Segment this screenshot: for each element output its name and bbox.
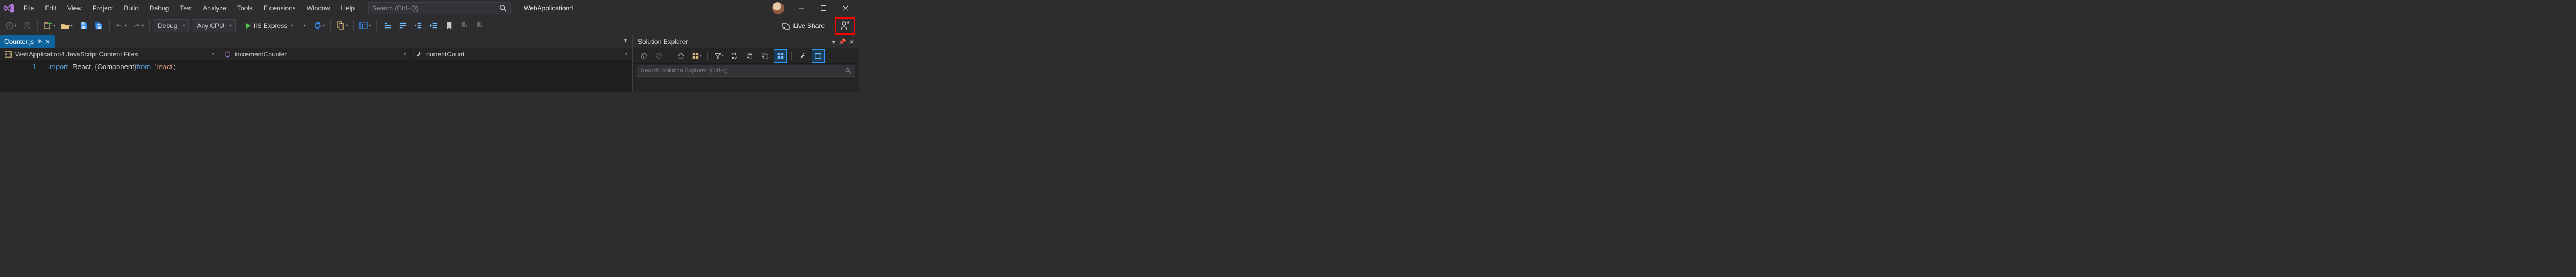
run-target-label: IIS Express xyxy=(252,22,289,30)
menu-project[interactable]: Project xyxy=(88,2,118,14)
menu-edit[interactable]: Edit xyxy=(40,2,61,14)
panel-title: Solution Explorer xyxy=(638,38,688,46)
save-button[interactable] xyxy=(76,18,90,33)
nav-member-combo[interactable]: incrementCounter ▾ xyxy=(219,48,411,60)
menu-extensions[interactable]: Extensions xyxy=(259,2,301,14)
redo-button[interactable]: ▾ xyxy=(130,18,146,33)
minimize-button[interactable] xyxy=(791,1,813,16)
search-icon xyxy=(499,4,507,12)
code-navigation-bar: WebApplication4 JavaScript Content Files… xyxy=(0,48,632,60)
window-layout-button[interactable]: ▾ xyxy=(357,18,373,33)
search-placeholder: Search (Ctrl+Q) xyxy=(372,4,418,12)
tab-overflow-button[interactable]: ▾ xyxy=(624,38,627,44)
solution-explorer-search[interactable]: Search Solution Explorer (Ctrl+;) xyxy=(637,65,855,77)
nav-scope-combo[interactable]: WebApplication4 JavaScript Content Files… xyxy=(0,48,219,60)
menu-file[interactable]: File xyxy=(19,2,39,14)
forward-button[interactable] xyxy=(652,49,665,63)
combo-value: Debug xyxy=(158,22,177,30)
menu-tools[interactable]: Tools xyxy=(232,2,258,14)
menu-view[interactable]: View xyxy=(62,2,87,14)
next-bookmark-button[interactable] xyxy=(472,18,487,33)
prev-bookmark-button[interactable] xyxy=(457,18,471,33)
menu-window[interactable]: Window xyxy=(302,2,335,14)
menu-test[interactable]: Test xyxy=(175,2,197,14)
nav-field-label: currentCount xyxy=(426,50,464,58)
nav-scope-label: WebApplication4 JavaScript Content Files xyxy=(15,50,138,58)
solution-explorer-titlebar[interactable]: Solution Explorer ▾ 📌 ✕ xyxy=(633,35,859,48)
person-arrow-icon xyxy=(840,21,850,31)
browser-refresh-button[interactable]: ▾ xyxy=(311,18,327,33)
home-button[interactable] xyxy=(675,49,688,63)
refresh-button[interactable] xyxy=(743,49,756,63)
start-debugging-button[interactable]: IIS Express ▾ xyxy=(243,18,295,33)
live-share-icon xyxy=(781,21,790,30)
find-in-files-button[interactable]: ▾ xyxy=(334,18,350,33)
solution-explorer-toolbar: ▾ ▾ xyxy=(633,48,859,64)
nav-back-button[interactable]: ▾ xyxy=(3,18,19,33)
comment-out-button[interactable] xyxy=(380,18,395,33)
quick-launch-search[interactable]: Search (Ctrl+Q) xyxy=(368,2,511,14)
close-icon[interactable]: ✕ xyxy=(45,38,50,46)
pin-icon[interactable]: ⊕ xyxy=(37,39,42,45)
window-controls xyxy=(791,1,856,16)
switch-views-button[interactable]: ▾ xyxy=(690,49,703,63)
sync-active-document-button[interactable] xyxy=(728,49,741,63)
menu-analyze[interactable]: Analyze xyxy=(198,2,231,14)
menu-build[interactable]: Build xyxy=(119,2,144,14)
uncomment-button[interactable] xyxy=(396,18,410,33)
close-icon[interactable]: ✕ xyxy=(849,38,854,46)
line-number: 1 xyxy=(0,63,48,71)
feedback-button-highlighted[interactable] xyxy=(835,17,855,35)
menu-bar: File Edit View Project Build Debug Test … xyxy=(0,0,859,16)
user-avatar[interactable] xyxy=(772,2,784,14)
tab-label: Counter.js xyxy=(4,38,34,46)
bookmark-button[interactable] xyxy=(442,18,456,33)
back-button[interactable] xyxy=(637,49,650,63)
menu-help[interactable]: Help xyxy=(336,2,359,14)
combo-value: Any CPU xyxy=(197,22,224,30)
search-icon xyxy=(845,67,852,74)
nav-member-label: incrementCounter xyxy=(235,50,287,58)
pending-changes-filter-button[interactable]: ▾ xyxy=(712,49,726,63)
increase-indent-button[interactable] xyxy=(426,18,441,33)
open-file-button[interactable]: ▾ xyxy=(59,18,75,33)
solution-explorer-panel: Solution Explorer ▾ 📌 ✕ ▾ ▾ Search Solut… xyxy=(633,35,859,92)
collapse-all-button[interactable] xyxy=(758,49,772,63)
solution-configuration-combo[interactable]: Debug▾ xyxy=(153,19,189,32)
play-icon xyxy=(245,22,252,29)
menu-debug[interactable]: Debug xyxy=(145,2,174,14)
nav-forward-button[interactable] xyxy=(20,18,34,33)
live-share-button[interactable]: Live Share xyxy=(776,21,830,30)
properties-button[interactable] xyxy=(796,49,809,63)
maximize-button[interactable] xyxy=(813,1,835,16)
save-all-button[interactable] xyxy=(92,18,106,33)
close-button[interactable] xyxy=(835,1,856,16)
search-placeholder: Search Solution Explorer (Ctrl+;) xyxy=(641,67,728,74)
window-position-button[interactable]: ▾ xyxy=(832,38,836,46)
undo-button[interactable]: ▾ xyxy=(113,18,129,33)
live-share-label: Live Share xyxy=(793,22,825,30)
start-debugging-dropdown[interactable]: ▾ xyxy=(296,18,310,33)
show-all-files-button[interactable] xyxy=(774,49,787,63)
auto-hide-pin-icon[interactable]: 📌 xyxy=(838,38,846,46)
menu-items: File Edit View Project Build Debug Test … xyxy=(19,2,359,14)
method-icon xyxy=(224,50,231,58)
new-project-button[interactable]: ▾ xyxy=(41,18,58,33)
standard-toolbar: ▾ ▾ ▾ ▾ ▾ Debug▾ Any CPU▾ IIS Express ▾ … xyxy=(0,16,859,35)
code-line-1[interactable]: 1 import React , { Component } from 'rea… xyxy=(0,60,632,72)
nav-field-combo[interactable]: currentCount ▾ xyxy=(411,48,632,60)
visual-studio-logo-icon xyxy=(2,1,16,15)
file-tab-counter-js[interactable]: Counter.js ⊕ ✕ xyxy=(0,35,55,48)
decrease-indent-button[interactable] xyxy=(411,18,425,33)
document-tab-strip: Counter.js ⊕ ✕ ▾ xyxy=(0,35,632,48)
wrench-icon xyxy=(415,50,423,58)
preview-selected-items-button[interactable] xyxy=(812,49,825,63)
script-icon xyxy=(4,50,12,58)
solution-title: WebApplication4 xyxy=(524,4,573,12)
editor-area: Counter.js ⊕ ✕ ▾ WebApplication4 JavaScr… xyxy=(0,35,633,92)
solution-platform-combo[interactable]: Any CPU▾ xyxy=(192,19,235,32)
